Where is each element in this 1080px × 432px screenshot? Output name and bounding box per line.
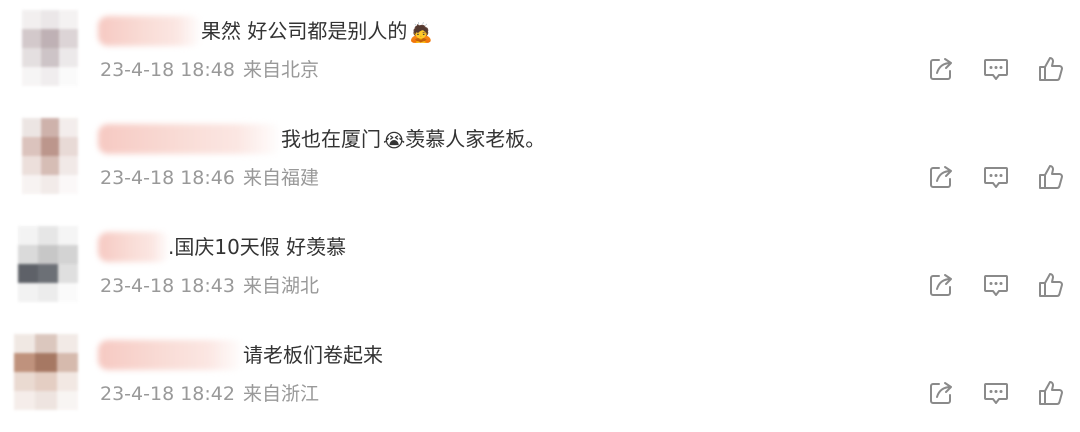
comment-meta: 23-4-18 18:48 来自北京 [100, 56, 319, 84]
comment-actions [926, 378, 1066, 408]
comment-actions [926, 270, 1066, 300]
comment-item: .国庆10天假 好羡慕 23-4-18 18:43 来自湖北 [0, 216, 1080, 324]
comment-location: 来自福建 [242, 167, 319, 189]
crying-emoji-icon: 😭 [383, 130, 406, 152]
comment-time: 23-4-18 18:48 [100, 59, 235, 81]
avatar[interactable] [22, 118, 78, 194]
username[interactable] [98, 124, 282, 154]
comment-item: 果然 好公司都是别人的 🙇 23-4-18 18:48 来自北京 [0, 0, 1080, 108]
avatar[interactable] [18, 226, 78, 302]
comment-icon [984, 167, 1008, 188]
like-button[interactable] [1036, 54, 1066, 84]
reply-button[interactable] [981, 378, 1011, 408]
comment-item: 请老板们卷起来 23-4-18 18:42 来自浙江 [0, 324, 1080, 432]
comment-text-continued: 羡慕人家老板。 [405, 127, 546, 151]
comment-item: 我也在厦门 😭羡慕人家老板。 23-4-18 18:46 来自福建 [0, 108, 1080, 216]
thumbs-up-icon [1039, 273, 1063, 297]
comment-text-content: 我也在厦门 [281, 127, 381, 151]
like-button[interactable] [1036, 162, 1066, 192]
comment-location: 来自浙江 [242, 383, 319, 405]
comment-meta: 23-4-18 18:42 来自浙江 [100, 380, 319, 408]
username[interactable] [98, 16, 202, 46]
username[interactable] [98, 232, 170, 262]
thumbs-up-icon [1039, 381, 1063, 405]
comment-meta: 23-4-18 18:43 来自湖北 [100, 272, 319, 300]
like-button[interactable] [1036, 270, 1066, 300]
comment-icon [984, 59, 1008, 80]
reply-button[interactable] [981, 54, 1011, 84]
thumbs-up-icon [1039, 57, 1063, 81]
avatar[interactable] [14, 334, 78, 410]
comment-meta: 23-4-18 18:46 来自福建 [100, 164, 319, 192]
share-icon [930, 274, 952, 296]
comment-text-content: .国庆10天假 好羡慕 [168, 235, 347, 259]
comment-icon [984, 275, 1008, 296]
comment-icon [984, 383, 1008, 404]
comment-time: 23-4-18 18:43 [100, 275, 235, 297]
comment-location: 来自湖北 [242, 275, 319, 297]
comment-time: 23-4-18 18:42 [100, 383, 235, 405]
comment-text: 我也在厦门 😭羡慕人家老板。 [281, 124, 545, 156]
comment-location: 来自北京 [242, 59, 319, 81]
comment-actions [926, 54, 1066, 84]
thumbs-up-icon [1039, 165, 1063, 189]
share-icon [930, 382, 952, 404]
bowing-emoji-icon: 🙇 [409, 22, 434, 44]
share-button[interactable] [926, 54, 956, 84]
comment-actions [926, 162, 1066, 192]
comment-text: .国庆10天假 好羡慕 [168, 232, 346, 262]
share-button[interactable] [926, 162, 956, 192]
share-icon [930, 58, 952, 80]
share-button[interactable] [926, 270, 956, 300]
username[interactable] [98, 340, 244, 370]
reply-button[interactable] [981, 270, 1011, 300]
share-button[interactable] [926, 378, 956, 408]
reply-button[interactable] [981, 162, 1011, 192]
comment-text: 请老板们卷起来 [243, 340, 383, 370]
comment-time: 23-4-18 18:46 [100, 167, 235, 189]
share-icon [930, 166, 952, 188]
like-button[interactable] [1036, 378, 1066, 408]
comment-text: 果然 好公司都是别人的 🙇 [201, 16, 433, 48]
comment-text-content: 请老板们卷起来 [243, 343, 383, 367]
comment-text-content: 果然 好公司都是别人的 [201, 19, 408, 43]
avatar[interactable] [22, 10, 78, 86]
